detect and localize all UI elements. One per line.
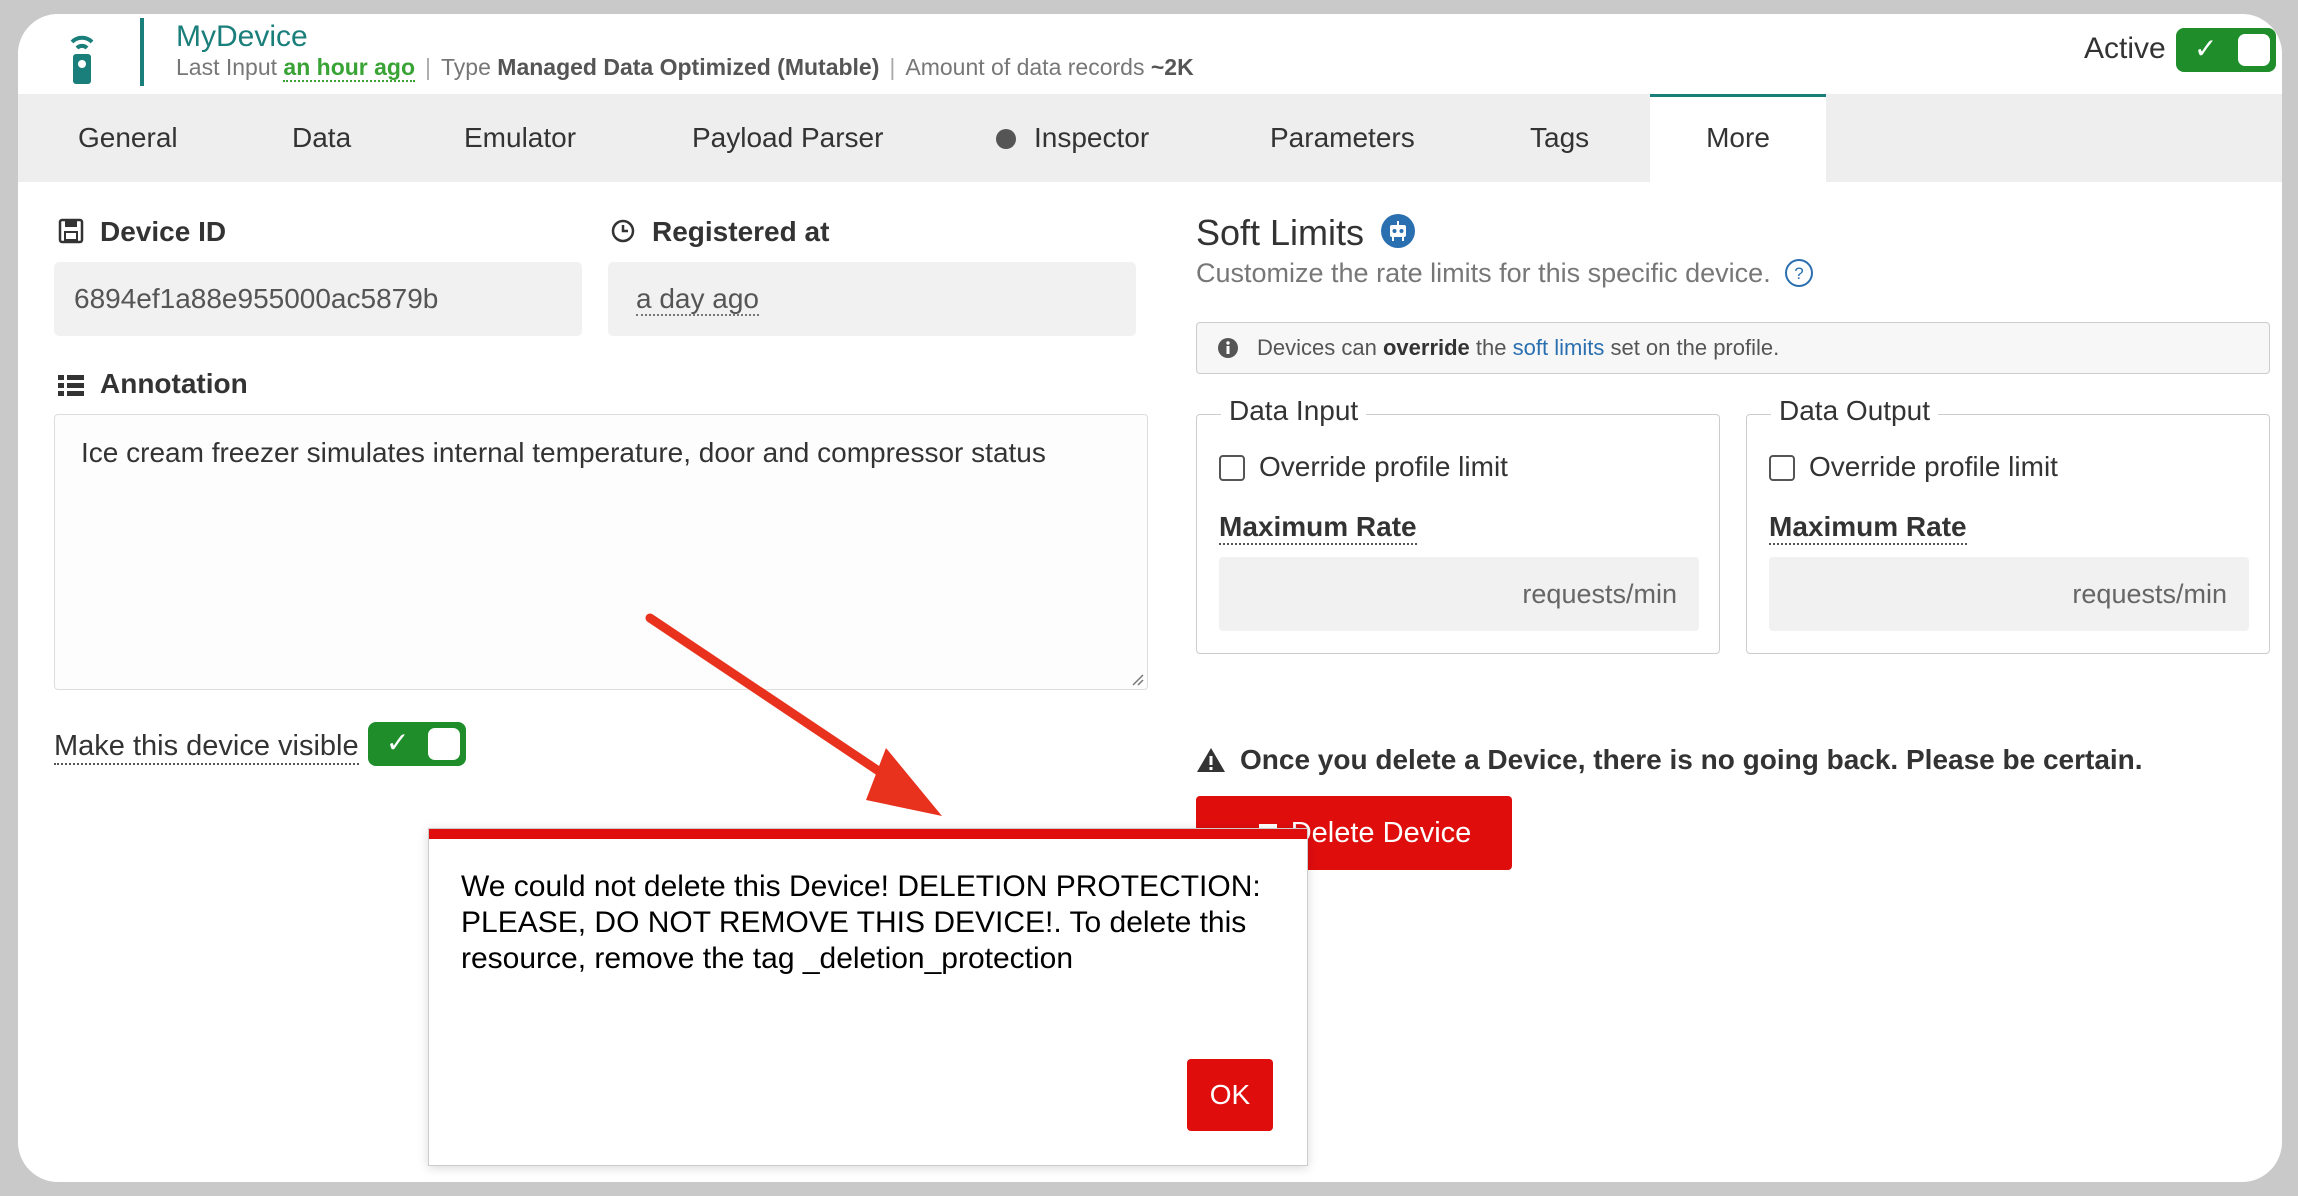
info-icon [1218, 338, 1238, 358]
registered-at-label: Registered at [610, 216, 829, 248]
visible-toggle[interactable]: ✓ [368, 722, 466, 766]
remote-device-icon [70, 35, 94, 84]
dialog-accent-bar [429, 829, 1307, 839]
status-dot-icon [996, 129, 1016, 149]
tab-payload-parser[interactable]: Payload Parser [692, 94, 883, 182]
active-label: Active [2084, 32, 2166, 65]
tab-inspector[interactable]: Inspector [996, 94, 1149, 182]
override-input-checkbox[interactable] [1219, 455, 1245, 481]
resize-grip-icon[interactable] [1130, 672, 1144, 686]
tab-tags[interactable]: Tags [1530, 94, 1589, 182]
header-divider [140, 18, 144, 86]
soft-limits-subtitle: Customize the rate limits for this speci… [1196, 258, 1814, 289]
annotation-text: Ice cream freezer simulates internal tem… [81, 437, 1046, 468]
max-rate-input-label: Maximum Rate [1219, 511, 1417, 545]
list-icon [58, 375, 84, 396]
app-window: MyDevice Last Input an hour ago | Type Man… [18, 14, 2282, 1182]
last-input-label: Last Input [176, 54, 278, 80]
active-toggle[interactable]: ✓ [2176, 28, 2276, 72]
type-value: Managed Data Optimized (Mutable) [497, 54, 880, 80]
help-icon[interactable]: ? [1784, 258, 1814, 288]
soft-limits-link[interactable]: soft limits [1513, 335, 1605, 360]
check-icon: ✓ [386, 727, 410, 758]
dialog-message: We could not delete this Device! DELETIO… [461, 870, 1261, 975]
toggle-knob [2238, 34, 2270, 66]
toggle-knob [428, 728, 460, 760]
max-rate-output-label: Maximum Rate [1769, 511, 1967, 545]
soft-limits-info: Devices can override the soft limits set… [1196, 322, 2270, 374]
data-input-fieldset: Data Input Override profile limit Maximu… [1196, 395, 1720, 654]
tab-parameters[interactable]: Parameters [1270, 94, 1415, 182]
tab-emulator[interactable]: Emulator [464, 94, 576, 182]
svg-text:?: ? [1794, 264, 1803, 283]
visible-label: Make this device visible [54, 730, 359, 765]
device-id-label: Device ID [58, 216, 226, 248]
clock-icon [611, 219, 635, 243]
last-input-value: an hour ago [283, 54, 416, 82]
device-meta: Last Input an hour ago | Type Managed Data… [176, 54, 1194, 82]
tab-data[interactable]: Data [292, 94, 351, 182]
tab-more[interactable]: More [1650, 94, 1826, 182]
override-output-checkbox[interactable] [1769, 455, 1795, 481]
override-output-label[interactable]: Override profile limit [1809, 451, 2058, 483]
max-rate-output-field[interactable]: requests/min [1769, 557, 2249, 631]
data-output-fieldset: Data Output Override profile limit Maxim… [1746, 395, 2270, 654]
delete-warning: Once you delete a Device, there is no go… [1196, 744, 2143, 776]
device-id-field[interactable]: 6894ef1a88e955000ac5879b [54, 262, 582, 336]
save-icon [58, 218, 84, 244]
records-label: Amount of data records [905, 54, 1145, 80]
robot-icon [1381, 214, 1416, 248]
annotation-label: Annotation [58, 368, 248, 400]
error-dialog: We could not delete this Device! DELETIO… [428, 828, 1308, 1166]
data-output-legend: Data Output [1771, 395, 1938, 427]
type-label: Type [441, 54, 491, 80]
tab-inspector-label: Inspector [1034, 122, 1150, 153]
device-header: MyDevice Last Input an hour ago | Type Man… [18, 14, 2282, 94]
tab-general[interactable]: General [78, 94, 178, 182]
override-input-label[interactable]: Override profile limit [1259, 451, 1508, 483]
data-input-legend: Data Input [1221, 395, 1367, 427]
max-rate-input-field[interactable]: requests/min [1219, 557, 1699, 631]
records-value: ~2K [1150, 54, 1194, 80]
annotation-textarea[interactable]: Ice cream freezer simulates internal tem… [54, 414, 1148, 690]
check-icon: ✓ [2194, 33, 2218, 64]
device-name[interactable]: MyDevice [176, 20, 308, 54]
soft-limits-title: Soft Limits [1196, 212, 1416, 254]
warning-icon [1197, 748, 1225, 772]
registered-at-value: a day ago [636, 283, 759, 316]
registered-at-field: a day ago [608, 262, 1136, 336]
ok-button[interactable]: OK [1187, 1059, 1273, 1131]
tab-bar: General Data Emulator Payload Parser Ins… [18, 94, 2282, 182]
